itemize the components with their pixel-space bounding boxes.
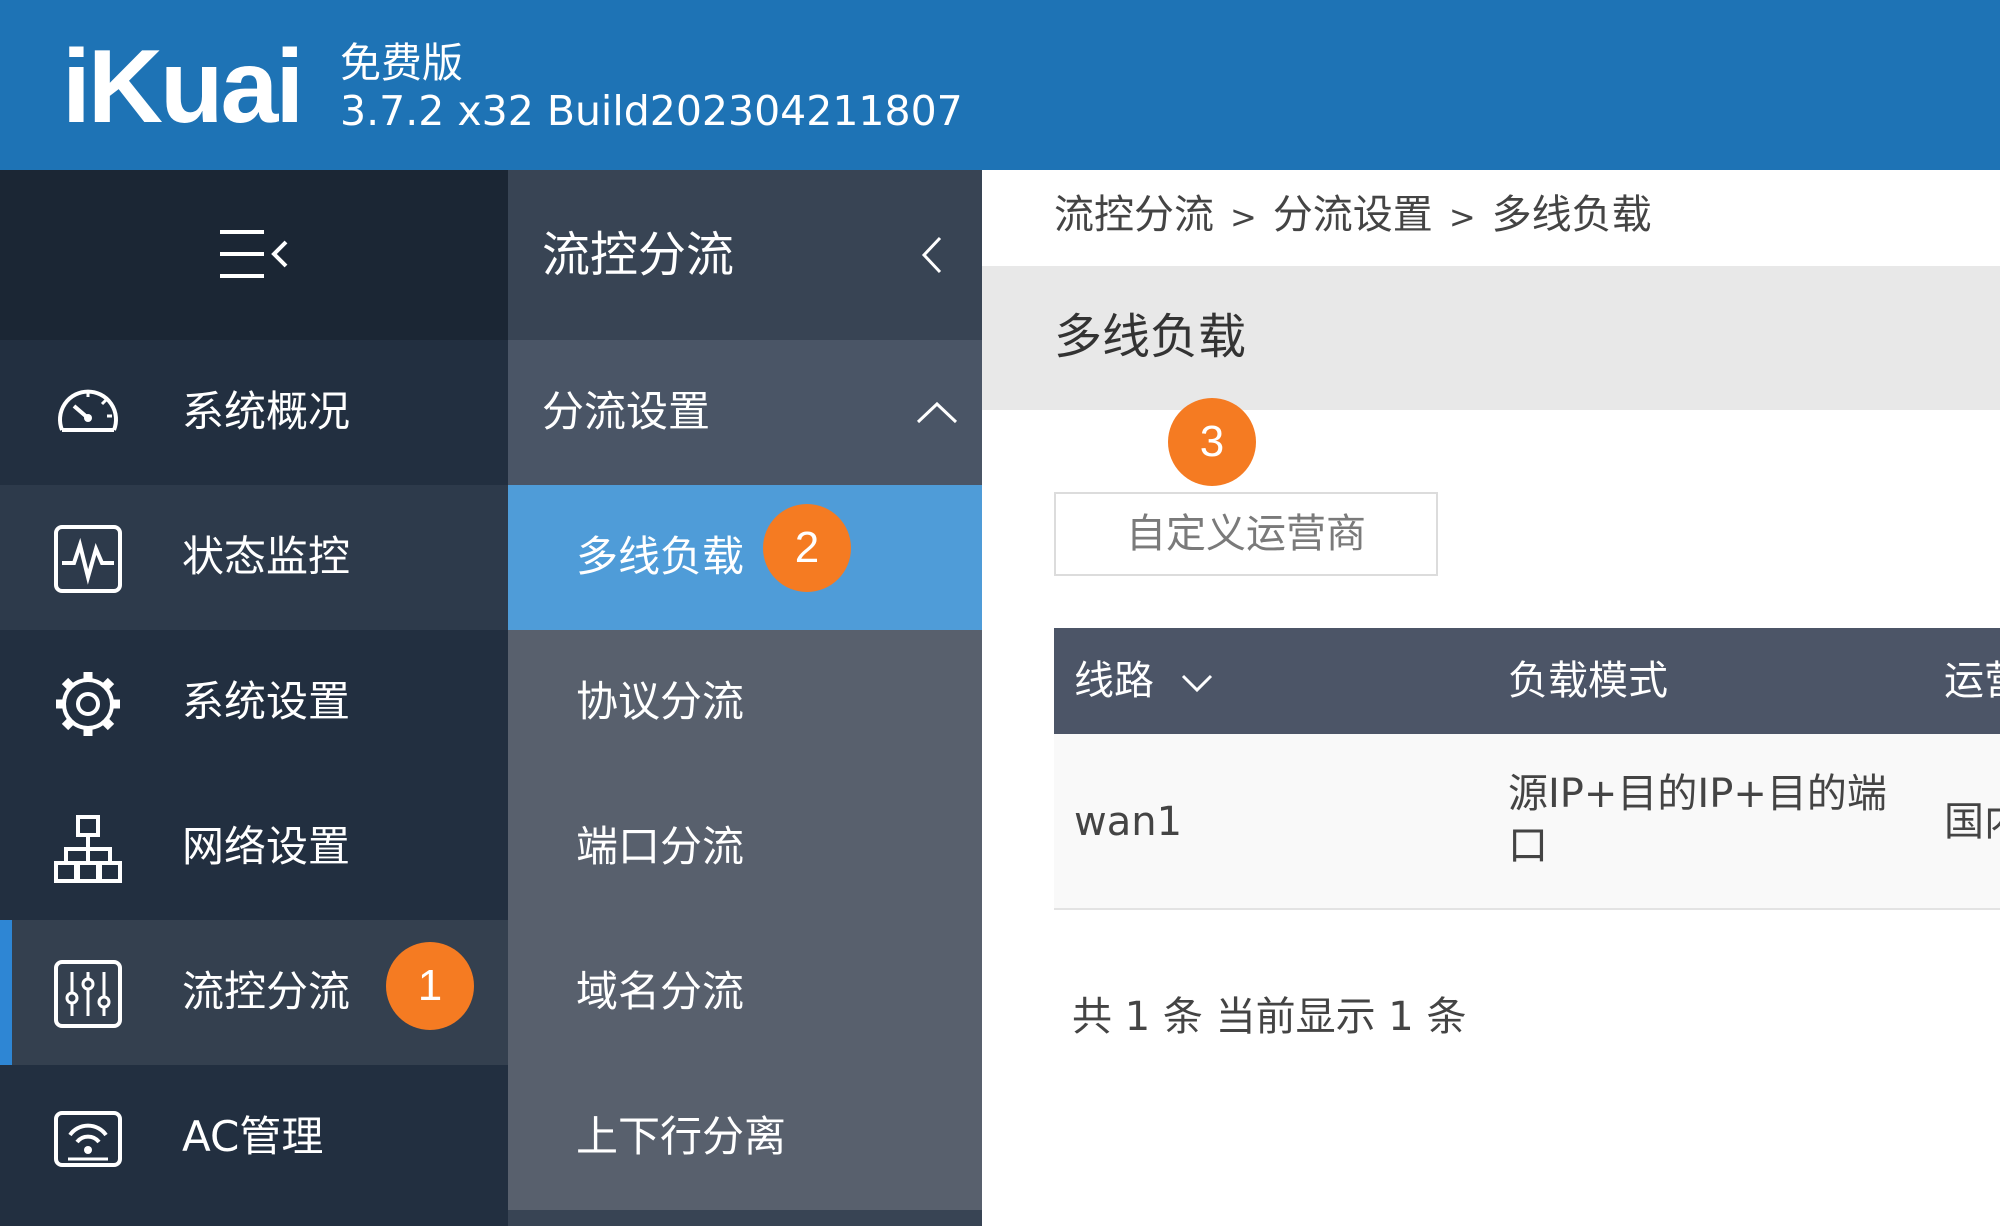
chevron-left-icon[interactable] bbox=[908, 230, 958, 280]
top-header-bar: iKuai 免费版 3.7.2 x32 Build202304211807 bbox=[0, 0, 2000, 170]
subnav-footer-strip bbox=[508, 1210, 982, 1226]
sidebar-item-network-settings[interactable]: 网络设置 bbox=[0, 775, 508, 920]
secondary-sidebar: 流控分流 分流设置 多线负载 协议分流 端口分流 域名分流 上下行分离 2 bbox=[508, 170, 982, 1226]
breadcrumb-item-current: 多线负载 bbox=[1491, 192, 1652, 238]
main-content: 流控分流>分流设置>多线负载 多线负载 3 自定义运营商 线路 负载模式 运营 … bbox=[982, 170, 2000, 1226]
sidebar-toggle-button[interactable] bbox=[0, 170, 508, 340]
step-marker-3: 3 bbox=[1168, 398, 1256, 486]
sidebar-item-label: 状态监控 bbox=[182, 532, 351, 581]
sidebar-item-label: 系统设置 bbox=[182, 677, 351, 726]
subnav-group-diversion-settings[interactable]: 分流设置 bbox=[508, 340, 982, 485]
subnav-item-domain-diversion[interactable]: 域名分流 bbox=[508, 920, 982, 1065]
subnav-item-label: 协议分流 bbox=[576, 677, 745, 726]
subnav-item-multi-line-load[interactable]: 多线负载 bbox=[508, 485, 982, 630]
sidebar-item-overview[interactable]: 系统概况 bbox=[0, 340, 508, 485]
subnav-item-protocol-diversion[interactable]: 协议分流 bbox=[508, 630, 982, 775]
active-indicator bbox=[0, 920, 12, 1065]
cell-isp: 国内 bbox=[1944, 799, 2000, 845]
monitor-pulse-icon bbox=[54, 525, 122, 593]
subnav-title: 流控分流 bbox=[542, 227, 735, 283]
breadcrumb: 流控分流 > 分流设置 > 多线负载 bbox=[1054, 188, 1652, 244]
sidebar-item-label: 流控分流 bbox=[182, 967, 351, 1016]
gear-icon bbox=[56, 672, 120, 736]
wifi-ap-icon bbox=[54, 1111, 122, 1167]
chevron-down-icon[interactable] bbox=[1177, 668, 1217, 698]
version-label: 3.7.2 x32 Build202304211807 bbox=[340, 87, 963, 135]
breadcrumb-item[interactable]: 分流设置 bbox=[1273, 192, 1433, 238]
custom-isp-button[interactable]: 自定义运营商 bbox=[1054, 492, 1438, 576]
column-header-isp: 运营 bbox=[1944, 658, 2000, 704]
subnav-item-label: 多线负载 bbox=[576, 532, 745, 581]
chevron-up-icon bbox=[916, 401, 958, 424]
dashboard-gauge-icon bbox=[58, 389, 118, 432]
step-marker-1: 1 bbox=[386, 942, 474, 1030]
sidebar-item-monitor[interactable]: 状态监控 bbox=[0, 485, 508, 630]
column-header-line[interactable]: 线路 bbox=[1074, 654, 1217, 708]
subnav-group-label: 分流设置 bbox=[542, 387, 711, 436]
cell-line: wan1 bbox=[1074, 799, 1183, 845]
subnav-header: 流控分流 bbox=[508, 170, 982, 340]
pagination-info: 共 1 条 当前显示 1 条 bbox=[1072, 994, 1467, 1040]
breadcrumb-separator: > bbox=[1448, 198, 1476, 236]
column-header-load-mode: 负载模式 bbox=[1508, 658, 1668, 704]
cell-load-mode: 源IP+目的IP+目的端口 bbox=[1508, 771, 1887, 869]
sidebar-item-system-settings[interactable]: 系统设置 bbox=[0, 630, 508, 775]
sidebar-item-label: 网络设置 bbox=[182, 822, 351, 871]
column-header-label: 线路 bbox=[1074, 658, 1154, 704]
breadcrumb-separator: > bbox=[1230, 198, 1257, 236]
table-row[interactable]: wan1 源IP+目的IP+目的端口 国内 bbox=[1054, 734, 2000, 910]
menu-collapse-icon bbox=[220, 230, 288, 278]
page-header: 多线负载 bbox=[982, 266, 2000, 410]
edition-label: 免费版 bbox=[340, 39, 463, 87]
network-topology-icon bbox=[54, 815, 122, 883]
subnav-item-port-diversion[interactable]: 端口分流 bbox=[508, 775, 982, 920]
subnav-item-label: 域名分流 bbox=[576, 967, 745, 1016]
subnav-item-up-down-separation[interactable]: 上下行分离 bbox=[508, 1065, 982, 1210]
subnav-item-label: 上下行分离 bbox=[576, 1112, 787, 1161]
sliders-icon bbox=[54, 960, 122, 1028]
table-header-row: 线路 负载模式 运营 bbox=[1054, 628, 2000, 734]
breadcrumb-item[interactable]: 流控分流 bbox=[1054, 192, 1214, 238]
sidebar-item-label: AC管理 bbox=[182, 1112, 324, 1161]
sidebar-item-label: 系统概况 bbox=[182, 387, 351, 436]
subnav-item-label: 端口分流 bbox=[576, 822, 745, 871]
sidebar-item-ac-management[interactable]: AC管理 bbox=[0, 1065, 508, 1210]
ikuai-logo: iKuai bbox=[62, 29, 304, 145]
step-marker-2: 2 bbox=[763, 504, 851, 592]
primary-sidebar: 系统概况 状态监控 系统设置 网络设置 流控分流 AC管理 1 bbox=[0, 170, 508, 1226]
page-title: 多线负载 bbox=[1054, 309, 1247, 365]
